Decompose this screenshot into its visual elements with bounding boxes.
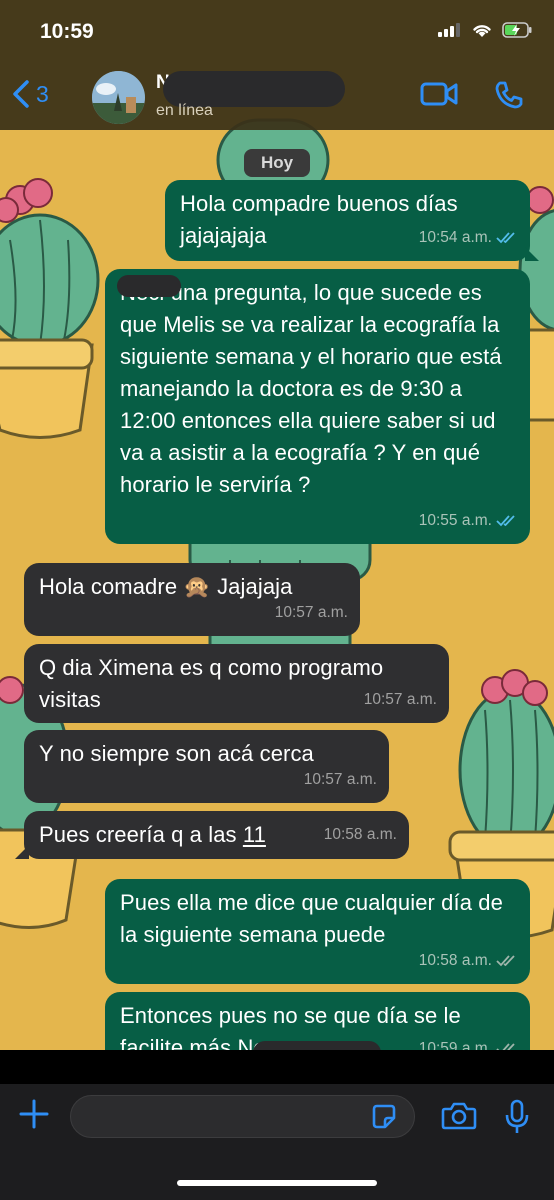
- message-time: 10:55 a.m.: [418, 512, 492, 529]
- date-chip: Hoy: [244, 149, 310, 177]
- contact-avatar[interactable]: [92, 71, 145, 124]
- status-time: 10:59: [40, 20, 94, 43]
- bubble-tail: [15, 845, 29, 859]
- video-call-button[interactable]: [420, 80, 458, 113]
- double-check-read-icon: [496, 515, 515, 527]
- chat-header: 10:59 3 N en línea: [0, 0, 554, 130]
- sticker-icon: [372, 1104, 396, 1129]
- input-bar-divider: [0, 1050, 554, 1084]
- wifi-icon: [473, 24, 491, 37]
- message-meta: 10:57 a.m.: [275, 597, 348, 629]
- time-link[interactable]: 11: [243, 822, 266, 847]
- redacted-text: [117, 275, 181, 297]
- message-time: 10:54 a.m.: [418, 229, 492, 246]
- voice-call-button[interactable]: [494, 80, 524, 115]
- message-bubble-incoming[interactable]: Pues creería q a las 11 10:58 a.m.: [15, 811, 409, 859]
- message-meta: 10:55 a.m.: [419, 505, 518, 537]
- message-bubble-outgoing[interactable]: Hola compadre buenos días jajajajaja 10:…: [165, 180, 539, 261]
- message-bubble-outgoing[interactable]: Pues ella me dice que cualquier día de l…: [105, 879, 530, 984]
- message-bubble-incoming[interactable]: Hola comadre 🙊 Jajajaja 10:57 a.m.: [24, 563, 360, 636]
- message-time: 10:58 a.m.: [323, 826, 397, 843]
- message-time: 10:57 a.m.: [303, 771, 377, 788]
- message-meta: 10:57 a.m.: [304, 764, 377, 796]
- battery-charging-icon: [502, 22, 532, 38]
- video-camera-icon: [420, 82, 458, 106]
- phone-icon: [495, 81, 523, 109]
- message-meta: 10:58 a.m.: [324, 819, 397, 851]
- back-button[interactable]: 3: [12, 80, 49, 108]
- message-text: Pues creería q a las: [39, 822, 243, 847]
- message-text: Q dia Ximena es q como programo visitas: [39, 655, 384, 712]
- sticker-button[interactable]: [370, 1103, 398, 1136]
- message-text: Neci una pregunta, lo que sucede es que …: [120, 280, 502, 497]
- microphone-icon: [505, 1099, 529, 1133]
- plus-icon: [19, 1099, 49, 1129]
- message-bubble-incoming[interactable]: Q dia Ximena es q como programo visitas …: [24, 644, 449, 723]
- message-time: 10:58 a.m.: [418, 952, 492, 969]
- message-text: Pues ella me dice que cualquier día de l…: [120, 890, 503, 947]
- signal-icon: [438, 23, 460, 37]
- attach-button[interactable]: [18, 1098, 50, 1135]
- message-input[interactable]: [70, 1095, 415, 1138]
- status-icons: [438, 22, 532, 38]
- contact-status: en línea: [156, 102, 213, 119]
- message-meta: 10:57 a.m.: [364, 684, 437, 716]
- message-meta: 10:54 a.m.: [419, 222, 518, 254]
- double-check-read-icon: [496, 232, 515, 244]
- chevron-left-icon: [13, 80, 29, 108]
- message-bubble-outgoing[interactable]: Neci una pregunta, lo que sucede es que …: [105, 269, 530, 544]
- message-time: 10:57 a.m.: [274, 604, 348, 621]
- camera-button[interactable]: [441, 1101, 477, 1136]
- home-indicator[interactable]: [177, 1180, 377, 1186]
- avatar-photo: [92, 71, 145, 124]
- microphone-button[interactable]: [505, 1099, 529, 1140]
- camera-icon: [441, 1102, 477, 1130]
- bubble-tail: [525, 247, 539, 261]
- double-check-delivered-icon: [496, 955, 515, 967]
- unread-count: 3: [36, 80, 49, 107]
- message-meta: 10:58 a.m.: [419, 945, 518, 977]
- message-time: 10:57 a.m.: [363, 691, 437, 708]
- message-bubble-incoming[interactable]: Y no siempre son acá cerca 10:57 a.m.: [24, 730, 389, 803]
